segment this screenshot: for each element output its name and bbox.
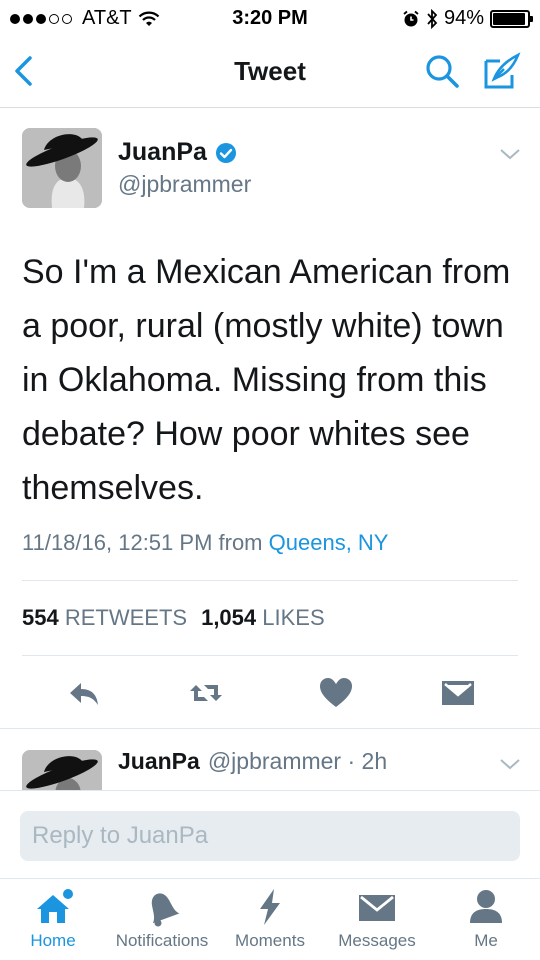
- avatar-image: [22, 128, 102, 208]
- search-icon[interactable]: [424, 53, 460, 89]
- likes-stat[interactable]: 1,054 LIKES: [201, 605, 325, 631]
- tab-moments[interactable]: Moments: [230, 885, 310, 951]
- bell-icon: [151, 893, 180, 927]
- retweets-count: 554: [22, 605, 59, 630]
- tab-label: Moments: [235, 931, 305, 950]
- lightning-icon: [260, 889, 280, 925]
- tab-home[interactable]: Home: [18, 885, 88, 951]
- author-display-name[interactable]: JuanPa: [118, 138, 207, 167]
- tweet-stats: 554 RETWEETS 1,054 LIKES: [22, 605, 325, 631]
- verified-badge-icon: [215, 142, 236, 163]
- tab-messages[interactable]: Messages: [334, 885, 420, 951]
- chevron-down-icon[interactable]: [498, 146, 522, 162]
- compose-icon[interactable]: [482, 51, 522, 91]
- person-icon: [470, 890, 502, 923]
- reply-handle-time[interactable]: @jpbrammer · 2h: [208, 748, 387, 775]
- tab-label: Messages: [338, 931, 416, 950]
- likes-label: LIKES: [262, 605, 325, 630]
- likes-count: 1,054: [201, 605, 257, 630]
- divider: [22, 580, 518, 581]
- battery-icon: [490, 9, 533, 28]
- tab-label: Notifications: [115, 931, 209, 950]
- tweet-timestamp: 11/18/16, 12:51 PM from Queens, NY: [22, 530, 388, 556]
- reply-header: JuanPa @jpbrammer · 2h: [118, 748, 387, 775]
- tweet-location-link[interactable]: Queens, NY: [269, 530, 389, 555]
- like-heart-icon[interactable]: [318, 675, 354, 711]
- bluetooth-icon: [427, 8, 438, 29]
- home-icon: [37, 889, 73, 923]
- tweet-date: 11/18/16, 12:51 PM from: [22, 530, 263, 555]
- status-bar-right: 94%: [402, 7, 533, 30]
- section-divider: [0, 728, 540, 729]
- reply-display-name[interactable]: JuanPa: [118, 748, 200, 775]
- author-handle[interactable]: @jpbrammer: [118, 171, 251, 198]
- tab-bar: Home Notifications Moments Messages Me: [0, 878, 540, 960]
- direct-message-icon[interactable]: [440, 675, 476, 711]
- divider: [22, 655, 518, 656]
- nav-bar: Tweet: [0, 36, 540, 108]
- reply-chevron-down-icon[interactable]: [498, 756, 522, 772]
- author-name-row: JuanPa: [118, 138, 237, 167]
- tab-notifications[interactable]: Notifications: [106, 885, 218, 951]
- retweet-icon[interactable]: [188, 675, 224, 711]
- tab-me[interactable]: Me: [458, 885, 514, 951]
- reply-icon[interactable]: [66, 675, 102, 711]
- battery-percentage: 94%: [443, 7, 484, 29]
- alarm-icon: [403, 10, 419, 26]
- retweets-stat[interactable]: 554 RETWEETS: [22, 605, 187, 631]
- battery-level-fill: [493, 12, 525, 25]
- retweets-label: RETWEETS: [64, 605, 188, 630]
- tweet-text: So I'm a Mexican American from a poor, r…: [22, 253, 511, 507]
- envelope-icon: [359, 895, 395, 921]
- reply-input[interactable]: [20, 811, 520, 861]
- reply-composer: [0, 790, 540, 878]
- status-bar: AT&T 3:20 PM 94%: [0, 0, 540, 36]
- tab-label: Me: [474, 931, 498, 950]
- tweet-actions: [0, 667, 540, 717]
- avatar[interactable]: [22, 128, 102, 208]
- tab-label: Home: [30, 931, 76, 950]
